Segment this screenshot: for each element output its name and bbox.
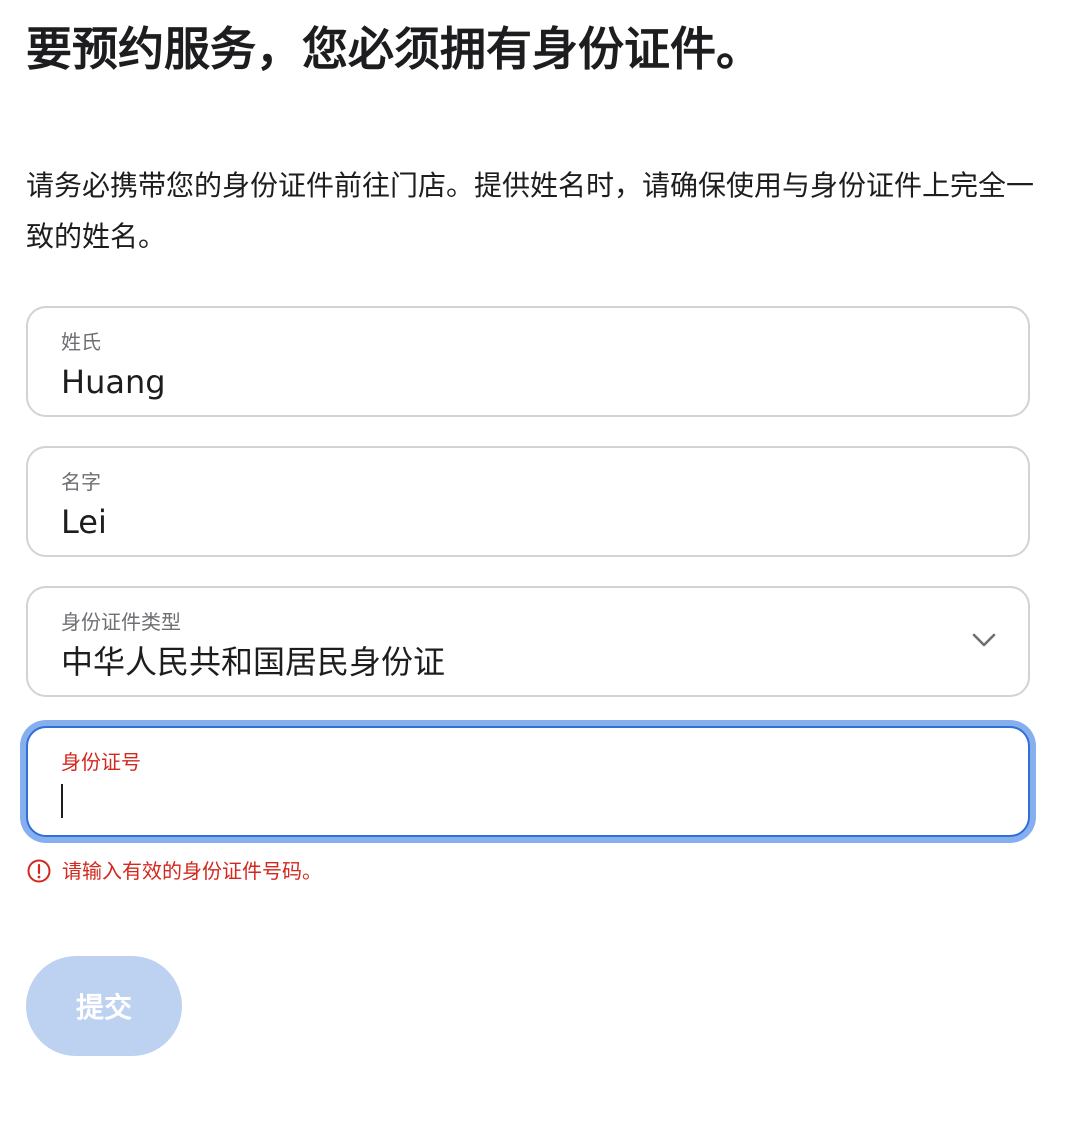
given-name-label: 名字 — [61, 470, 101, 494]
given-name-value[interactable]: Lei — [61, 500, 107, 544]
error-message: 请输入有效的身份证件号码。 — [62, 859, 322, 883]
surname-value[interactable]: Huang — [61, 360, 166, 404]
id-number-field[interactable]: 身份证号 — [26, 726, 1030, 837]
submit-button[interactable]: 提交 — [26, 956, 182, 1056]
id-number-label: 身份证号 — [61, 750, 141, 774]
intro-text: 请务必携带您的身份证件前往门店。提供姓名时，请确保使用与身份证件上完全一致的姓名… — [26, 169, 1035, 253]
chevron-down-icon[interactable] — [972, 632, 996, 648]
id-type-label: 身份证件类型 — [61, 610, 181, 634]
appointment-id-form-page: 要预约服务，您必须拥有身份证件。 请务必携带您的身份证件前往门店。提供姓名时，请… — [0, 0, 1080, 1136]
id-type-select[interactable]: 身份证件类型 中华人民共和国居民身份证 — [26, 586, 1030, 697]
id-number-error: 请输入有效的身份证件号码。 — [26, 856, 322, 886]
id-type-value[interactable]: 中华人民共和国居民身份证 — [61, 640, 445, 684]
text-cursor — [61, 784, 63, 818]
surname-label: 姓氏 — [61, 330, 101, 354]
page-title: 要预约服务，您必须拥有身份证件。 — [26, 22, 762, 76]
surname-field[interactable]: 姓氏 Huang — [26, 306, 1030, 417]
given-name-field[interactable]: 名字 Lei — [26, 446, 1030, 557]
alert-circle-icon — [27, 859, 51, 883]
